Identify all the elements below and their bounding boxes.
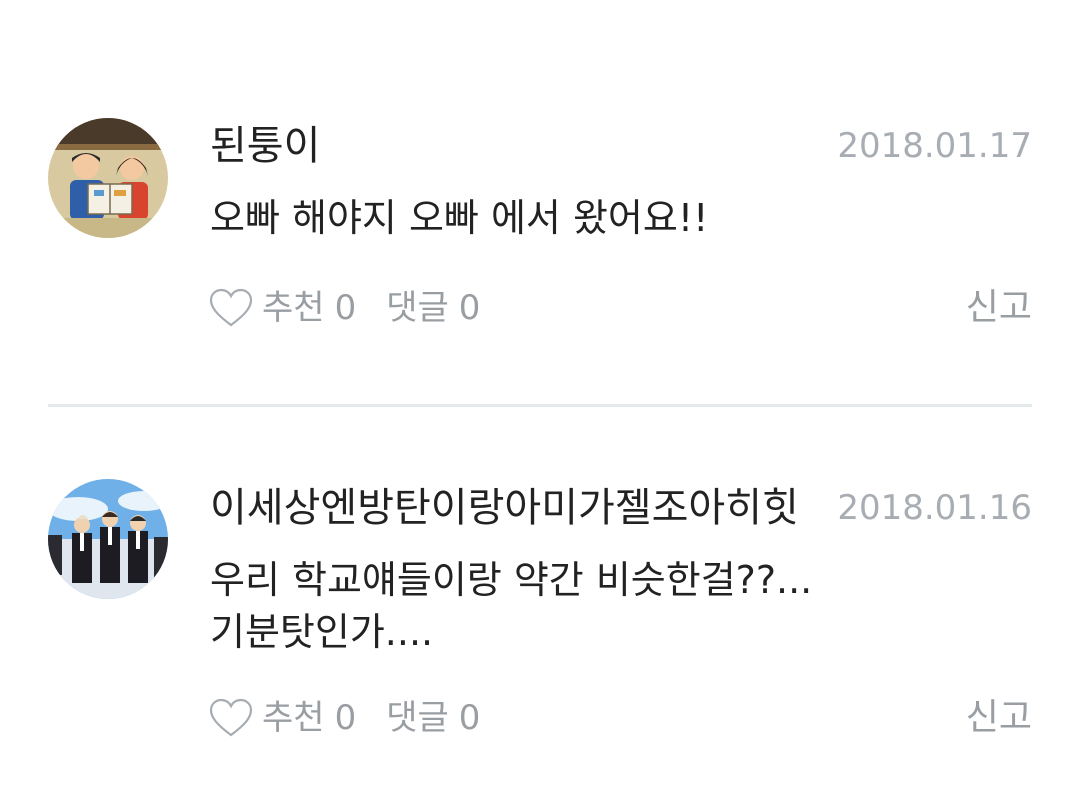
comment-divider <box>48 404 1032 407</box>
avatar[interactable] <box>48 479 168 599</box>
comment-text: 우리 학교얘들이랑 약간 비슷한걸??...기분탓인가.... <box>210 558 813 654</box>
comment-text: 오빠 해야지 오빠 에서 왔어요!! <box>210 196 709 240</box>
like-count: 0 <box>334 698 357 738</box>
report-button[interactable]: 신고 <box>966 694 1032 742</box>
reply-label: 댓글 <box>386 698 449 738</box>
group-photo-avatar-icon <box>48 479 168 599</box>
heart-icon <box>209 698 253 737</box>
like-label: 추천 <box>262 698 325 738</box>
retro-illustration-avatar-icon <box>48 118 168 238</box>
reply-button[interactable]: 댓글 0 <box>386 694 480 742</box>
comment-date: 2018.01.17 <box>837 126 1032 166</box>
like-button[interactable]: 추천 0 <box>208 284 356 332</box>
like-button[interactable]: 추천 0 <box>208 694 356 742</box>
heart-icon <box>209 288 253 327</box>
like-count: 0 <box>334 288 357 328</box>
report-button[interactable]: 신고 <box>966 284 1032 332</box>
reply-count: 0 <box>458 288 481 328</box>
comment-actions: 추천 0 댓글 0 신고 <box>208 284 1032 332</box>
comment-username[interactable]: 된퉁이 <box>210 122 320 170</box>
reply-button[interactable]: 댓글 0 <box>386 284 480 332</box>
reply-label: 댓글 <box>386 288 449 328</box>
like-label: 추천 <box>262 288 325 328</box>
comment-date: 2018.01.16 <box>837 488 1032 528</box>
avatar[interactable] <box>48 118 168 238</box>
comment-actions: 추천 0 댓글 0 신고 <box>208 694 1032 742</box>
reply-count: 0 <box>458 698 481 738</box>
comment-username[interactable]: 이세상엔방탄이랑아미가젤조아히힛 <box>210 484 799 532</box>
